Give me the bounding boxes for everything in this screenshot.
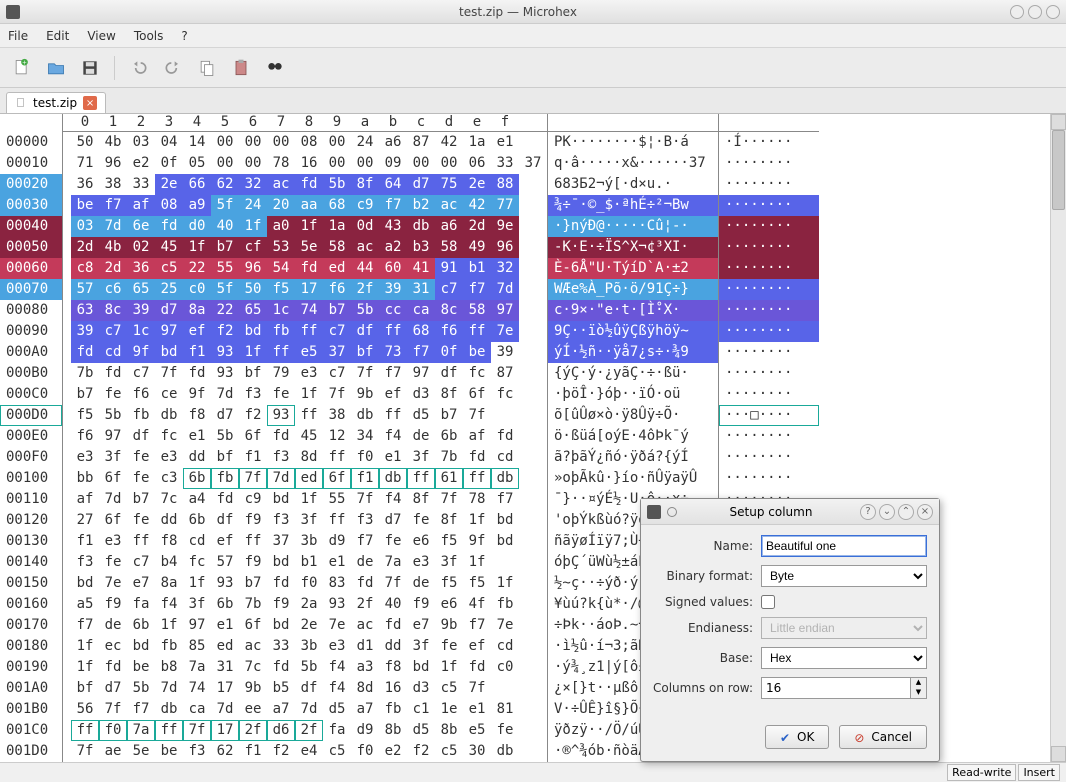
spin-down-icon[interactable]: ▼ <box>910 688 926 698</box>
scroll-thumb[interactable] <box>1052 130 1065 210</box>
dialog-title: Setup column <box>685 505 857 519</box>
menu-edit[interactable]: Edit <box>46 29 69 43</box>
new-file-button[interactable]: + <box>8 54 36 82</box>
hex-column[interactable]: 0123456789abcdef504b030414000000080024a6… <box>63 114 548 762</box>
cancel-button[interactable]: ⊘ Cancel <box>839 725 927 749</box>
binfmt-select[interactable]: Byte <box>761 565 927 587</box>
scroll-down-button[interactable] <box>1051 746 1066 762</box>
menu-file[interactable]: File <box>8 29 28 43</box>
check-icon: ✔ <box>780 731 792 743</box>
menu-view[interactable]: View <box>87 29 115 43</box>
close-window-button[interactable] <box>1046 5 1060 19</box>
menu-tools[interactable]: Tools <box>134 29 164 43</box>
dialog-min-button[interactable]: ⌄ <box>879 504 895 520</box>
dialog-close-button[interactable]: × <box>917 504 933 520</box>
window-title: test.zip — Microhex <box>26 5 1010 19</box>
tab-bar: test.zip × <box>0 88 1066 114</box>
status-insert: Insert <box>1018 764 1060 781</box>
paste-button[interactable] <box>227 54 255 82</box>
maximize-button[interactable] <box>1028 5 1042 19</box>
base-select[interactable]: Hex <box>761 647 927 669</box>
scroll-up-button[interactable] <box>1051 114 1066 130</box>
open-file-button[interactable] <box>42 54 70 82</box>
vertical-scrollbar[interactable] <box>1050 114 1066 762</box>
dialog-app-icon <box>647 505 661 519</box>
title-bar: test.zip — Microhex <box>0 0 1066 24</box>
ok-button[interactable]: ✔ OK <box>765 725 829 749</box>
toolbar: + <box>0 48 1066 88</box>
find-button[interactable] <box>261 54 289 82</box>
tab-close-button[interactable]: × <box>83 96 97 110</box>
save-file-button[interactable] <box>76 54 104 82</box>
base-label: Base: <box>653 651 761 665</box>
minimize-button[interactable] <box>1010 5 1024 19</box>
name-input[interactable] <box>761 535 927 557</box>
menu-help[interactable]: ? <box>181 29 187 43</box>
cols-value: 16 <box>766 681 781 695</box>
menu-bar: File Edit View Tools ? <box>0 24 1066 48</box>
toolbar-separator <box>114 56 115 80</box>
endian-label: Endianess: <box>653 621 761 635</box>
dialog-help-button[interactable]: ? <box>860 504 876 520</box>
svg-text:+: + <box>22 60 27 66</box>
copy-button[interactable] <box>193 54 221 82</box>
endian-select: Little endian <box>761 617 927 639</box>
app-icon <box>6 5 20 19</box>
redo-button[interactable] <box>159 54 187 82</box>
cancel-icon: ⊘ <box>854 731 866 743</box>
signed-checkbox[interactable] <box>761 595 775 609</box>
dialog-pin-icon[interactable] <box>667 507 677 517</box>
tab-test-zip[interactable]: test.zip × <box>6 92 106 113</box>
spin-up-icon[interactable]: ▲ <box>910 678 926 688</box>
dialog-max-button[interactable]: ⌃ <box>898 504 914 520</box>
ok-label: OK <box>797 730 814 744</box>
cols-spinbox[interactable]: 16 ▲▼ <box>761 677 927 699</box>
binfmt-label: Binary format: <box>653 569 761 583</box>
setup-column-dialog: Setup column ? ⌄ ⌃ × Name: Binary format… <box>640 498 940 762</box>
dialog-titlebar: Setup column ? ⌄ ⌃ × <box>641 499 939 525</box>
address-column: 0000000010000200003000040000500006000070… <box>0 114 63 762</box>
dialog-body: Name: Binary format: Byte Signed values:… <box>641 525 939 717</box>
file-icon <box>15 97 27 109</box>
cols-label: Columns on row: <box>653 681 761 695</box>
name-label: Name: <box>653 539 761 553</box>
status-readwrite: Read-write <box>947 764 1016 781</box>
scroll-track[interactable] <box>1051 130 1066 746</box>
cancel-label: Cancel <box>871 730 912 744</box>
tab-label: test.zip <box>33 96 77 110</box>
status-bar: Read-write Insert <box>0 762 1066 782</box>
signed-label: Signed values: <box>653 595 761 609</box>
undo-button[interactable] <box>125 54 153 82</box>
